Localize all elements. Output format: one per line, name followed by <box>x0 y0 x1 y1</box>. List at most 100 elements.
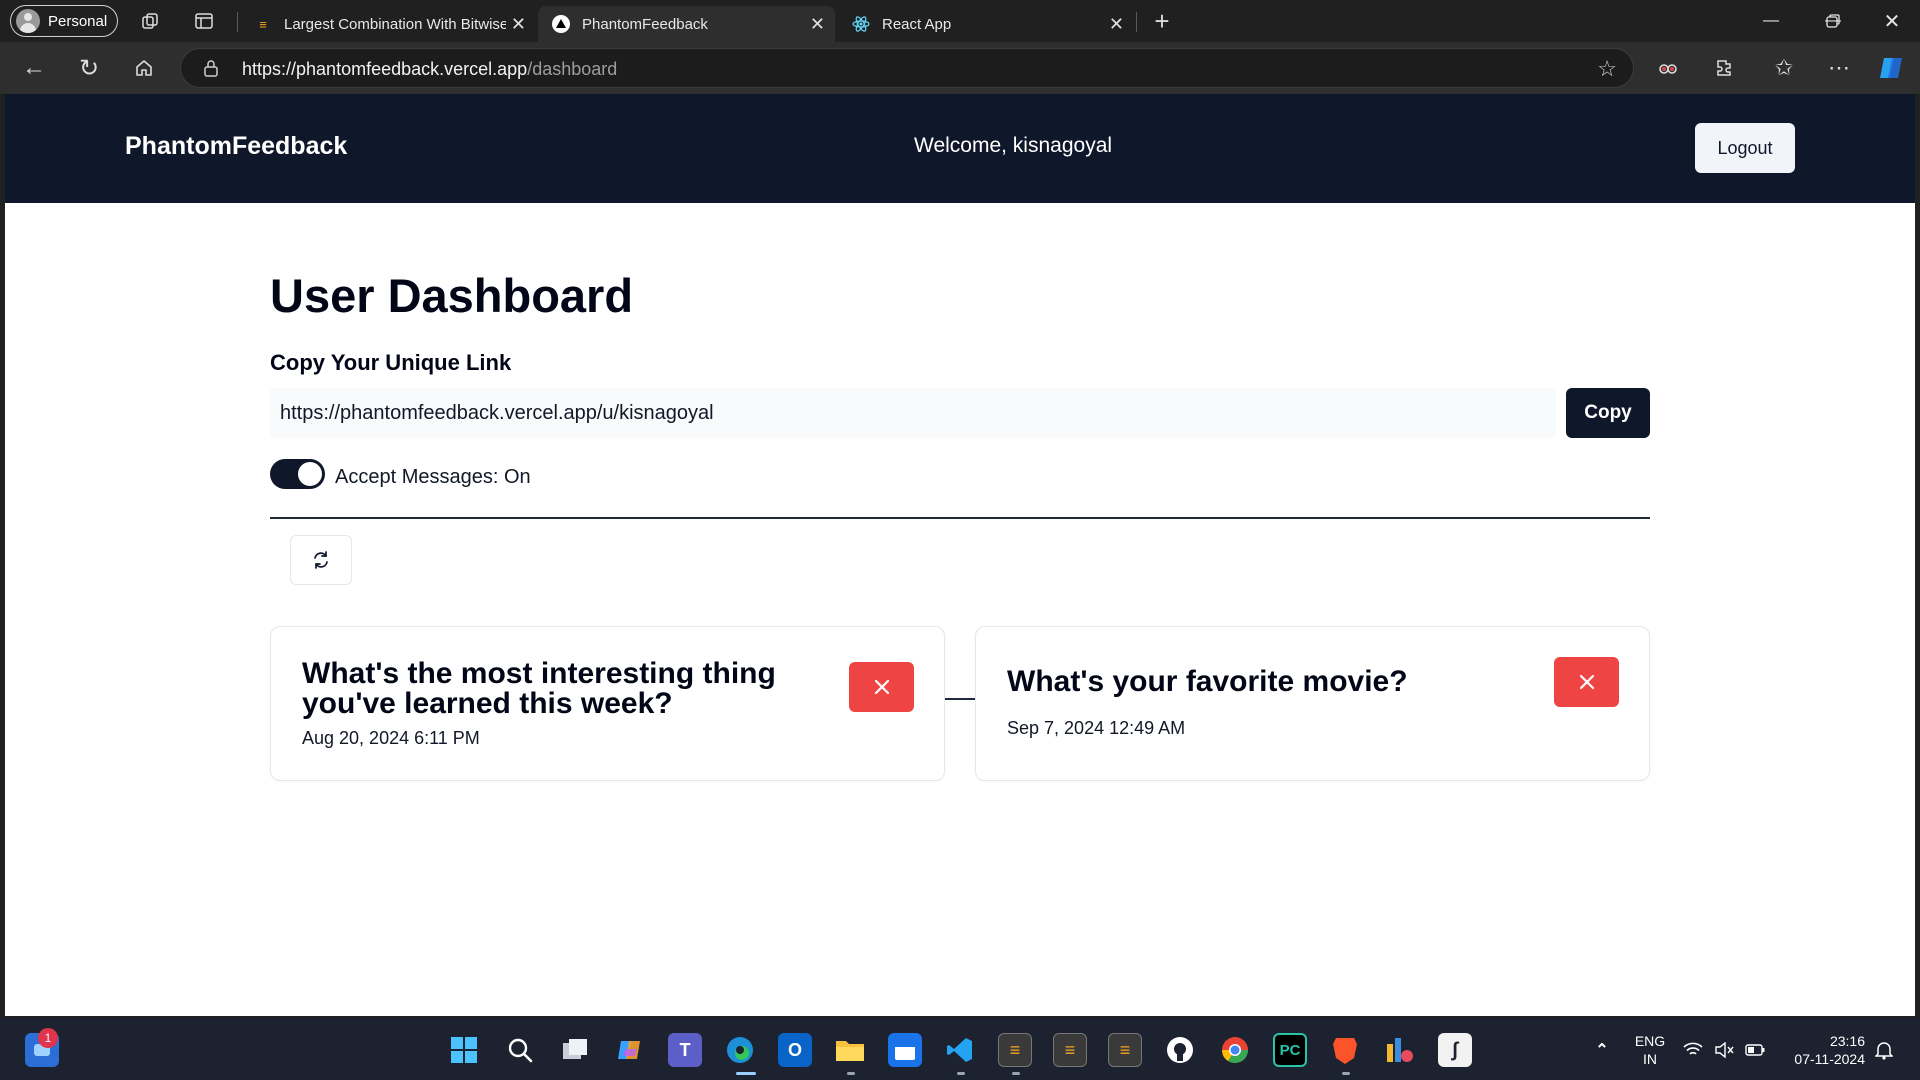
close-tab-icon[interactable]: ✕ <box>1109 14 1124 35</box>
vertical-tabs-icon[interactable] <box>188 5 220 37</box>
app-icon[interactable]: ∫ <box>1438 1033 1472 1067</box>
clock-date: 07-11-2024 <box>1794 1051 1865 1067</box>
running-app-indicator <box>1012 1072 1020 1075</box>
wifi-icon[interactable] <box>1680 1033 1706 1067</box>
start-windows-icon[interactable] <box>447 1033 481 1067</box>
profile-label: Personal <box>48 12 108 30</box>
workspaces-icon[interactable] <box>135 5 167 37</box>
divider <box>270 517 1650 519</box>
tab-leetcode[interactable]: ≡ Largest Combination With Bitwise AND G… <box>240 6 536 42</box>
edge-icon[interactable] <box>723 1033 757 1067</box>
web-page: PhantomFeedback Welcome, kisnagoyal Logo… <box>5 94 1915 1016</box>
brand-logo-text[interactable]: PhantomFeedback <box>125 132 347 161</box>
chrome-icon[interactable] <box>1218 1033 1252 1067</box>
page-title: User Dashboard <box>270 269 634 322</box>
close-icon <box>1579 674 1594 690</box>
teams-icon[interactable]: T <box>668 1033 702 1067</box>
calendar-icon[interactable] <box>888 1033 922 1067</box>
unique-link-heading: Copy Your Unique Link <box>270 350 512 375</box>
pycharm-icon[interactable]: PC <box>1273 1033 1307 1067</box>
accept-messages-switch[interactable] <box>270 459 325 489</box>
battery-icon[interactable] <box>1742 1033 1768 1067</box>
delete-message-button[interactable] <box>849 662 914 712</box>
new-tab-icon[interactable]: + <box>1146 5 1178 37</box>
search-icon[interactable] <box>503 1033 537 1067</box>
active-app-indicator <box>736 1072 756 1075</box>
url-host: https://phantomfeedback.vercel.app <box>242 59 528 79</box>
leetcode-app-icon[interactable]: ≡ <box>1108 1033 1142 1067</box>
running-app-indicator <box>847 1072 855 1075</box>
logout-button[interactable]: Logout <box>1695 123 1795 173</box>
react-favicon-icon <box>852 15 870 33</box>
tab-separator <box>237 12 238 32</box>
clock-time: 23:16 <box>1829 1033 1865 1049</box>
outlook-icon[interactable]: O <box>778 1033 812 1067</box>
copy-button[interactable]: Copy <box>1566 388 1650 438</box>
running-app-indicator <box>957 1072 965 1075</box>
message-date: Sep 7, 2024 12:49 AM <box>1007 718 1186 738</box>
more-menu-icon[interactable]: ⋯ <box>1823 52 1855 84</box>
message-card: What's your favorite movie? Sep 7, 2024 … <box>975 626 1650 781</box>
address-bar[interactable]: https://phantomfeedback.vercel.app/dashb… <box>180 48 1634 88</box>
close-tab-icon[interactable]: ✕ <box>810 14 825 35</box>
favorites-icon[interactable]: ✩ <box>1768 52 1800 84</box>
chevron-up-icon[interactable]: ⌃ <box>1585 1033 1619 1067</box>
close-window-icon[interactable]: ✕ <box>1869 6 1915 36</box>
restore-window-icon[interactable] <box>1810 6 1856 36</box>
url-text: https://phantomfeedback.vercel.app/dashb… <box>242 59 617 80</box>
tracking-prevention-icon[interactable] <box>1652 52 1684 84</box>
refresh-icon <box>314 551 328 569</box>
leetcode-favicon-icon: ≡ <box>259 16 267 32</box>
running-app-indicator <box>1342 1072 1350 1075</box>
close-tab-icon[interactable]: ✕ <box>511 14 526 35</box>
language-indicator[interactable]: ENG IN <box>1630 1032 1670 1068</box>
message-content: What's your favorite movie? <box>1007 665 1408 698</box>
lock-icon[interactable] <box>203 59 219 77</box>
home-icon[interactable] <box>128 52 160 84</box>
file-explorer-icon[interactable] <box>833 1033 867 1067</box>
unique-link-input[interactable]: https://phantomfeedback.vercel.app/u/kis… <box>270 388 1556 438</box>
speaker-muted-icon[interactable] <box>1711 1033 1737 1067</box>
tab-title: React App <box>882 15 952 33</box>
extensions-icon[interactable] <box>1708 52 1740 84</box>
copilot-taskbar-icon[interactable] <box>613 1033 647 1067</box>
app-icon[interactable] <box>1383 1033 1417 1067</box>
tab-separator <box>1136 12 1137 32</box>
message-card: What's the most interesting thing you've… <box>270 626 945 781</box>
copilot-icon[interactable] <box>1876 52 1908 84</box>
profile-button[interactable]: Personal <box>10 5 118 37</box>
github-icon[interactable] <box>1163 1033 1197 1067</box>
url-path: /dashboard <box>527 59 618 79</box>
message-content: What's the most interesting thing you've… <box>302 657 776 720</box>
notification-badge: 1 <box>38 1028 58 1048</box>
reload-icon[interactable]: ↻ <box>73 52 105 84</box>
minimize-window-icon[interactable]: — <box>1748 6 1794 36</box>
delete-message-button[interactable] <box>1554 657 1619 707</box>
profile-avatar-icon <box>16 9 40 33</box>
switch-knob <box>298 462 322 486</box>
vercel-favicon-icon <box>552 15 570 33</box>
notifications-bell-icon[interactable] <box>1870 1033 1898 1067</box>
message-date: Aug 20, 2024 6:11 PM <box>302 728 480 748</box>
tab-phantomfeedback[interactable]: PhantomFeedback ✕ <box>538 6 835 42</box>
app-navbar: PhantomFeedback Welcome, kisnagoyal Logo… <box>5 94 1915 203</box>
tab-title: PhantomFeedback <box>582 15 708 33</box>
language-label: ENG <box>1634 1033 1666 1049</box>
tab-title: Largest Combination With Bitwise AND Gre… <box>284 15 506 33</box>
address-bar-row: ← ↻ https://phantomfeedback.vercel.app/d… <box>0 42 1920 94</box>
leetcode-app-icon[interactable]: ≡ <box>1053 1033 1087 1067</box>
browser-tab-bar: Personal ≡ Largest Combination With Bitw… <box>0 0 1920 42</box>
clock[interactable]: 23:16 07-11-2024 <box>1775 1032 1865 1068</box>
tab-react-app[interactable]: React App ✕ <box>838 6 1134 42</box>
close-icon <box>874 679 889 695</box>
refresh-button[interactable] <box>290 535 352 585</box>
region-label: IN <box>1643 1051 1657 1067</box>
brave-icon[interactable] <box>1328 1033 1362 1067</box>
accept-messages-label: Accept Messages: On <box>335 466 531 488</box>
vscode-icon[interactable] <box>943 1033 977 1067</box>
task-view-icon[interactable] <box>558 1033 592 1067</box>
favorite-star-icon[interactable]: ☆ <box>1597 56 1617 82</box>
back-icon[interactable]: ← <box>18 52 50 84</box>
leetcode-app-icon[interactable]: ≡ <box>998 1033 1032 1067</box>
welcome-text: Welcome, kisnagoyal <box>914 134 1113 157</box>
